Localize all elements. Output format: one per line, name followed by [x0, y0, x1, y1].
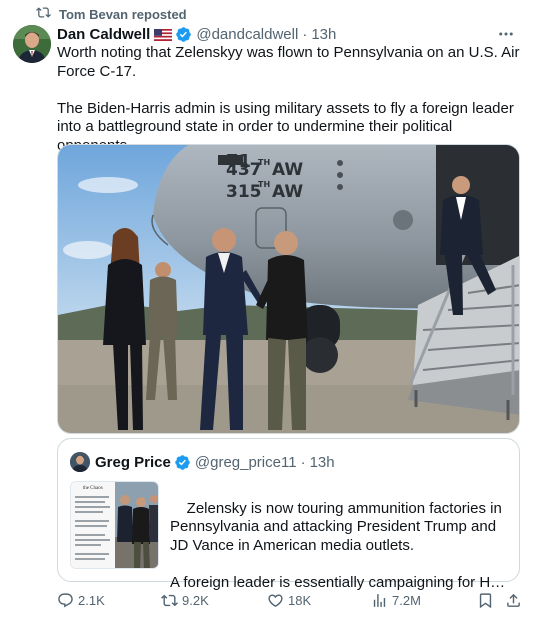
quoted-post[interactable]: Greg Price @greg_price11 · 13h the Chaos: [57, 438, 520, 591]
quoted-text-paragraph-1: Zelensky is now touring ammunition facto…: [170, 499, 506, 554]
reply-count: 2.1K: [78, 592, 105, 608]
author-handle[interactable]: @dandcaldwell: [196, 26, 298, 43]
repost-label: Tom Bevan reposted: [59, 6, 187, 22]
bookmark-icon: [479, 592, 492, 608]
repost-button[interactable]: 9.2K: [161, 590, 209, 610]
separator: ·: [300, 453, 306, 471]
quoted-author-handle[interactable]: @greg_price11: [195, 454, 297, 471]
repost-indicator[interactable]: Tom Bevan reposted: [36, 6, 187, 22]
repost-count: 9.2K: [182, 592, 209, 608]
document-screenshot: the Chaos: [71, 482, 115, 568]
separator: ·: [302, 25, 308, 43]
action-bar: 2.1K 9.2K 18K 7.2M: [57, 590, 520, 610]
verified-badge-icon: [176, 26, 192, 42]
quoted-author-name[interactable]: Greg Price: [95, 454, 171, 471]
share-icon: [507, 593, 520, 607]
verified-badge-icon: [175, 454, 190, 470]
quoted-media-thumbnail[interactable]: the Chaos: [70, 481, 159, 569]
svg-text:TH: TH: [258, 158, 270, 167]
post-timestamp[interactable]: 13h: [311, 26, 336, 43]
quoted-post-header: Greg Price @greg_price11 · 13h: [70, 452, 335, 472]
svg-text:AW: AW: [272, 182, 303, 202]
share-button[interactable]: [505, 590, 522, 610]
views-button[interactable]: 7.2M: [371, 590, 421, 610]
reply-button[interactable]: 2.1K: [57, 590, 105, 610]
repost-icon: [36, 5, 51, 23]
repost-icon: [161, 594, 178, 606]
like-count: 18K: [288, 592, 312, 608]
post-photo[interactable]: 71 437 TH AW 315 TH AW: [57, 144, 520, 434]
more-options-icon[interactable]: [496, 25, 516, 43]
heart-icon: [268, 593, 283, 607]
post-text: Worth noting that Zelenskyy was flown to…: [57, 44, 520, 154]
quoted-photo: [114, 482, 158, 568]
us-flag-icon: [154, 28, 173, 41]
svg-text:437: 437: [226, 160, 262, 180]
views-count: 7.2M: [392, 592, 421, 608]
quoted-timestamp[interactable]: 13h: [310, 454, 335, 471]
svg-text:AW: AW: [272, 160, 303, 180]
author-avatar[interactable]: [13, 25, 51, 63]
like-button[interactable]: 18K: [267, 590, 311, 610]
views-chart-icon: [373, 593, 386, 607]
post-header: Dan Caldwell @dandcaldwell · 13h: [57, 25, 522, 43]
reply-icon: [58, 592, 73, 607]
author-name[interactable]: Dan Caldwell: [57, 26, 150, 43]
bookmark-button[interactable]: [477, 590, 494, 610]
svg-text:315: 315: [226, 182, 262, 202]
quoted-author-avatar[interactable]: [70, 452, 90, 472]
document-title: the Chaos: [82, 486, 103, 491]
svg-text:TH: TH: [258, 180, 270, 189]
